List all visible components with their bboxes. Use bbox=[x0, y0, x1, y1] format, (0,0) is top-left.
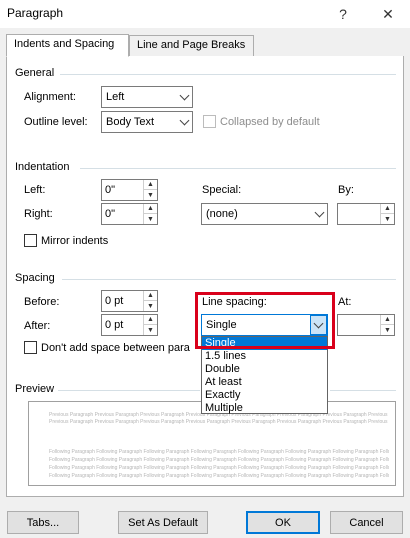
spin-down-icon[interactable]: ▼ bbox=[381, 214, 394, 224]
preview-section-label: Preview bbox=[15, 383, 55, 395]
spin-up-icon[interactable]: ▲ bbox=[144, 291, 157, 301]
collapsed-by-default-label: Collapsed by default bbox=[220, 116, 320, 128]
dropdown-option-single[interactable]: Single bbox=[202, 337, 327, 350]
spinner-buttons: ▲ ▼ bbox=[380, 315, 394, 335]
spinner-buttons: ▲ ▼ bbox=[143, 204, 157, 224]
spin-down-icon[interactable]: ▼ bbox=[144, 301, 157, 311]
before-label: Before: bbox=[24, 296, 60, 308]
before-value: 0 pt bbox=[105, 295, 124, 307]
chevron-down-icon bbox=[310, 204, 327, 224]
spin-up-icon[interactable]: ▲ bbox=[144, 315, 157, 325]
spin-down-icon[interactable]: ▼ bbox=[381, 325, 394, 335]
special-label: Special: bbox=[202, 184, 242, 196]
special-value: (none) bbox=[206, 208, 238, 220]
dropdown-option-multiple[interactable]: Multiple bbox=[202, 402, 327, 415]
right-indent-value: 0" bbox=[105, 208, 116, 220]
outline-level-value: Body Text bbox=[106, 116, 155, 128]
before-spinner[interactable]: 0 pt ▲ ▼ bbox=[101, 290, 158, 312]
indentation-divider bbox=[80, 168, 396, 169]
by-spinner[interactable]: ▲ ▼ bbox=[337, 203, 395, 225]
help-button[interactable]: ? bbox=[329, 3, 357, 25]
dropdown-option-1-5-lines[interactable]: 1.5 lines bbox=[202, 350, 327, 363]
preview-following-line: Following Paragraph Following Paragraph … bbox=[49, 473, 389, 479]
preview-following-line: Following Paragraph Following Paragraph … bbox=[49, 449, 389, 455]
chevron-down-icon bbox=[175, 112, 192, 132]
general-section-label: General bbox=[15, 67, 55, 79]
tab-indents-and-spacing[interactable]: Indents and Spacing bbox=[6, 34, 129, 57]
spinner-buttons: ▲ ▼ bbox=[143, 180, 157, 200]
line-spacing-select[interactable]: Single bbox=[201, 314, 328, 336]
preview-previous-line: Previous Paragraph Previous Paragraph Pr… bbox=[49, 419, 389, 425]
after-label: After: bbox=[24, 320, 51, 332]
outline-level-select[interactable]: Body Text bbox=[101, 111, 193, 133]
by-label: By: bbox=[338, 184, 354, 196]
at-spinner[interactable]: ▲ ▼ bbox=[337, 314, 395, 336]
indentation-section-label: Indentation bbox=[15, 161, 70, 173]
spinner-buttons: ▲ ▼ bbox=[143, 291, 157, 311]
spin-down-icon[interactable]: ▼ bbox=[144, 325, 157, 335]
alignment-select[interactable]: Left bbox=[101, 86, 193, 108]
spinner-buttons: ▲ ▼ bbox=[380, 204, 394, 224]
dont-add-space-label: Don't add space between para bbox=[41, 342, 190, 354]
ok-button[interactable]: OK bbox=[246, 511, 320, 534]
preview-following-line: Following Paragraph Following Paragraph … bbox=[49, 457, 389, 463]
left-indent-label: Left: bbox=[24, 184, 46, 196]
line-spacing-dropdown-list: Single 1.5 lines Double At least Exactly… bbox=[201, 336, 328, 414]
left-indent-value: 0" bbox=[105, 184, 116, 196]
right-indent-label: Right: bbox=[24, 208, 53, 220]
set-as-default-button[interactable]: Set As Default bbox=[118, 511, 208, 534]
close-button[interactable]: ✕ bbox=[374, 3, 402, 25]
spin-down-icon[interactable]: ▼ bbox=[144, 190, 157, 200]
spin-down-icon[interactable]: ▼ bbox=[144, 214, 157, 224]
mirror-indents-label: Mirror indents bbox=[41, 235, 109, 247]
collapsed-by-default-checkbox[interactable] bbox=[203, 115, 216, 128]
spinner-buttons: ▲ ▼ bbox=[143, 315, 157, 335]
tabs-button[interactable]: Tabs... bbox=[7, 511, 79, 534]
special-select[interactable]: (none) bbox=[201, 203, 328, 225]
spacing-divider bbox=[62, 279, 396, 280]
dropdown-option-at-least[interactable]: At least bbox=[202, 376, 327, 389]
spacing-section-label: Spacing bbox=[15, 272, 55, 284]
mirror-indents-checkbox[interactable] bbox=[24, 234, 37, 247]
preview-following-line: Following Paragraph Following Paragraph … bbox=[49, 465, 389, 471]
after-spinner[interactable]: 0 pt ▲ ▼ bbox=[101, 314, 158, 336]
outline-level-label: Outline level: bbox=[24, 116, 88, 128]
spin-up-icon[interactable]: ▲ bbox=[144, 180, 157, 190]
dont-add-space-checkbox[interactable] bbox=[24, 341, 37, 354]
chevron-down-icon[interactable] bbox=[310, 315, 327, 335]
line-spacing-value: Single bbox=[206, 319, 237, 331]
spin-up-icon[interactable]: ▲ bbox=[144, 204, 157, 214]
spin-up-icon[interactable]: ▲ bbox=[381, 204, 394, 214]
at-label: At: bbox=[338, 296, 352, 308]
spin-up-icon[interactable]: ▲ bbox=[381, 315, 394, 325]
chevron-down-icon bbox=[175, 87, 192, 107]
right-indent-spinner[interactable]: 0" ▲ ▼ bbox=[101, 203, 158, 225]
after-value: 0 pt bbox=[105, 319, 124, 331]
line-spacing-label: Line spacing: bbox=[202, 296, 267, 308]
dropdown-option-exactly[interactable]: Exactly bbox=[202, 389, 327, 402]
alignment-value: Left bbox=[106, 91, 125, 103]
general-divider bbox=[60, 74, 396, 75]
cancel-button[interactable]: Cancel bbox=[330, 511, 403, 534]
tab-line-and-page-breaks[interactable]: Line and Page Breaks bbox=[129, 35, 254, 57]
window-title: Paragraph bbox=[7, 6, 64, 20]
dropdown-option-double[interactable]: Double bbox=[202, 363, 327, 376]
preview-divider-right bbox=[330, 390, 396, 391]
preview-divider bbox=[58, 390, 200, 391]
left-indent-spinner[interactable]: 0" ▲ ▼ bbox=[101, 179, 158, 201]
alignment-label: Alignment: bbox=[24, 91, 76, 103]
